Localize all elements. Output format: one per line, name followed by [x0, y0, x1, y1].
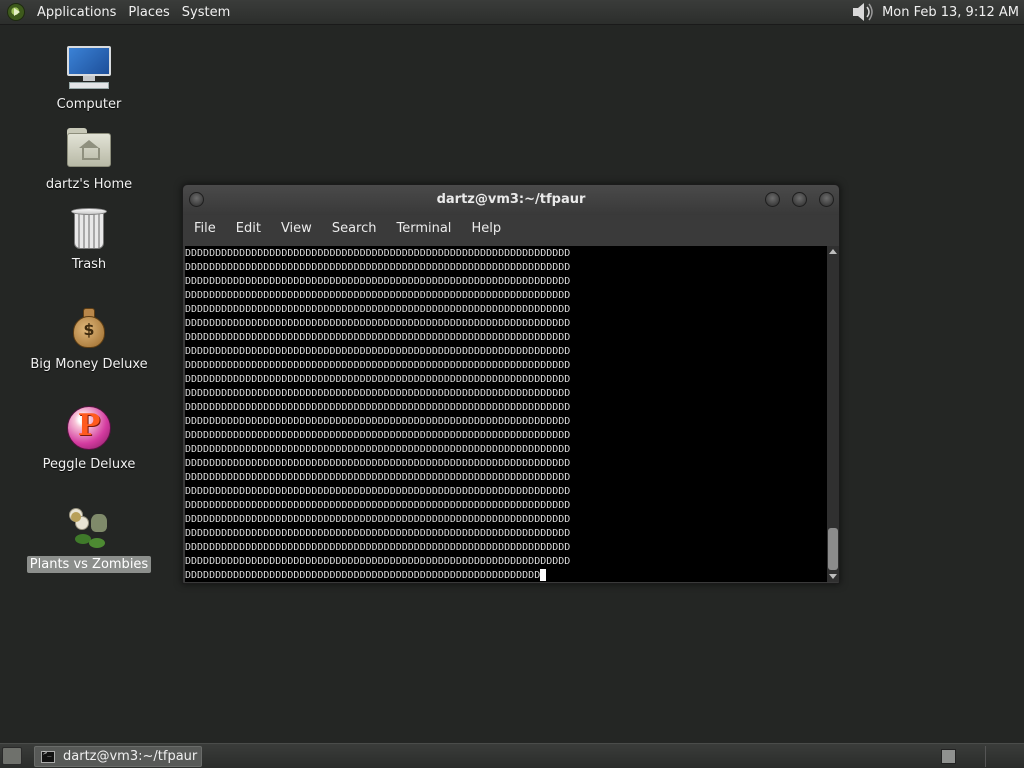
- trash-icon: [65, 204, 113, 252]
- menu-edit[interactable]: Edit: [229, 217, 268, 243]
- terminal-line: DDDDDDDDDDDDDDDDDDDDDDDDDDDDDDDDDDDDDDDD…: [185, 276, 571, 287]
- scrollbar-thumb[interactable]: [828, 528, 838, 570]
- desktop-icon-home[interactable]: dartz's Home: [24, 124, 154, 193]
- terminal-line: DDDDDDDDDDDDDDDDDDDDDDDDDDDDDDDDDDDDDDDD…: [185, 262, 571, 273]
- terminal-line: DDDDDDDDDDDDDDDDDDDDDDDDDDDDDDDDDDDDDDDD…: [185, 514, 571, 525]
- show-desktop-icon[interactable]: [2, 747, 22, 765]
- places-menu[interactable]: Places: [122, 0, 175, 25]
- terminal-line: DDDDDDDDDDDDDDDDDDDDDDDDDDDDDDDDDDDDDDDD…: [185, 402, 571, 413]
- terminal-line: DDDDDDDDDDDDDDDDDDDDDDDDDDDDDDDDDDDDDDDD…: [185, 500, 571, 511]
- desktop-icon-peggle-deluxe[interactable]: P Peggle Deluxe: [24, 404, 154, 473]
- terminal-output[interactable]: DDDDDDDDDDDDDDDDDDDDDDDDDDDDDDDDDDDDDDDD…: [185, 246, 827, 582]
- plants-vs-zombies-icon: [65, 504, 113, 552]
- terminal-line: DDDDDDDDDDDDDDDDDDDDDDDDDDDDDDDDDDDDDDDD…: [185, 472, 571, 483]
- applications-menu[interactable]: Applications: [31, 0, 122, 25]
- terminal-menubar: File Edit View Search Terminal Help: [183, 217, 839, 243]
- terminal-line: DDDDDDDDDDDDDDDDDDDDDDDDDDDDDDDDDDDDDDDD…: [185, 318, 571, 329]
- desktop-icon-trash[interactable]: Trash: [24, 204, 154, 273]
- desktop-icon-label: Plants vs Zombies: [26, 556, 152, 573]
- terminal-line: DDDDDDDDDDDDDDDDDDDDDDDDDDDDDDDDDDDDDDDD…: [185, 556, 571, 567]
- taskbar-button-label: dartz@vm3:~/tfpaur: [63, 749, 198, 764]
- terminal-line: DDDDDDDDDDDDDDDDDDDDDDDDDDDDDDDDDDDDDDDD…: [185, 332, 571, 343]
- workspace-divider: [985, 746, 986, 767]
- menu-search[interactable]: Search: [325, 217, 384, 243]
- desktop-icon-label: Trash: [71, 257, 107, 272]
- terminal-line: DDDDDDDDDDDDDDDDDDDDDDDDDDDDDDDDDDDDDDDD…: [185, 360, 571, 371]
- terminal-icon: [41, 749, 55, 763]
- terminal-line: DDDDDDDDDDDDDDDDDDDDDDDDDDDDDDDDDDDDDDDD…: [185, 486, 571, 497]
- desktop-icon-computer[interactable]: Computer: [24, 44, 154, 113]
- desktop-icon-label: Computer: [56, 97, 122, 112]
- terminal-line: DDDDDDDDDDDDDDDDDDDDDDDDDDDDDDDDDDDDDDDD…: [185, 304, 571, 315]
- desktop-icon-label: dartz's Home: [45, 177, 133, 192]
- terminal-line: DDDDDDDDDDDDDDDDDDDDDDDDDDDDDDDDDDDDDDDD…: [185, 458, 571, 469]
- peggle-icon: P: [65, 404, 113, 452]
- clock[interactable]: Mon Feb 13, 9:12 AM: [882, 5, 1024, 20]
- minimize-button[interactable]: [765, 192, 780, 207]
- terminal-line: DDDDDDDDDDDDDDDDDDDDDDDDDDDDDDDDDDDDDDDD…: [185, 248, 571, 259]
- terminal-line: DDDDDDDDDDDDDDDDDDDDDDDDDDDDDDDDDDDDDDDD…: [185, 569, 827, 582]
- terminal-cursor: [540, 569, 547, 581]
- menu-file[interactable]: File: [187, 217, 223, 243]
- scroll-up-arrow-icon[interactable]: [829, 249, 837, 254]
- window-title: dartz@vm3:~/tfpaur: [436, 192, 586, 207]
- scroll-down-arrow-icon[interactable]: [829, 574, 837, 579]
- menu-help[interactable]: Help: [464, 217, 508, 243]
- home-folder-icon: [65, 124, 113, 172]
- workspace-switcher-1[interactable]: [941, 749, 956, 764]
- volume-icon[interactable]: [850, 1, 876, 23]
- taskbar-button-terminal[interactable]: dartz@vm3:~/tfpaur: [34, 746, 202, 767]
- menu-terminal[interactable]: Terminal: [389, 217, 458, 243]
- bottom-panel: dartz@vm3:~/tfpaur: [0, 743, 1024, 768]
- terminal-line: DDDDDDDDDDDDDDDDDDDDDDDDDDDDDDDDDDDDDDDD…: [185, 388, 571, 399]
- system-menu[interactable]: System: [176, 0, 236, 25]
- desktop-icon-plants-vs-zombies[interactable]: Plants vs Zombies: [24, 504, 154, 573]
- terminal-line: DDDDDDDDDDDDDDDDDDDDDDDDDDDDDDDDDDDDDDDD…: [185, 346, 571, 357]
- money-bag-icon: $: [65, 304, 113, 352]
- terminal-scrollbar[interactable]: [827, 246, 839, 582]
- terminal-line: DDDDDDDDDDDDDDDDDDDDDDDDDDDDDDDDDDDDDDDD…: [185, 374, 571, 385]
- terminal-window[interactable]: dartz@vm3:~/tfpaur File Edit View Search…: [182, 184, 840, 584]
- terminal-line: DDDDDDDDDDDDDDDDDDDDDDDDDDDDDDDDDDDDDDDD…: [185, 416, 571, 427]
- gnome-foot-icon[interactable]: [7, 3, 25, 21]
- close-button[interactable]: [819, 192, 834, 207]
- maximize-button[interactable]: [792, 192, 807, 207]
- top-panel: Applications Places System Mon Feb 13, 9…: [0, 0, 1024, 25]
- menu-view[interactable]: View: [274, 217, 319, 243]
- terminal-line: DDDDDDDDDDDDDDDDDDDDDDDDDDDDDDDDDDDDDDDD…: [185, 430, 571, 441]
- computer-icon: [65, 44, 113, 92]
- desktop-icon-label: Big Money Deluxe: [30, 357, 148, 372]
- window-titlebar[interactable]: dartz@vm3:~/tfpaur: [183, 185, 839, 215]
- terminal-line: DDDDDDDDDDDDDDDDDDDDDDDDDDDDDDDDDDDDDDDD…: [185, 542, 571, 553]
- terminal-line: DDDDDDDDDDDDDDDDDDDDDDDDDDDDDDDDDDDDDDDD…: [185, 444, 571, 455]
- terminal-line: DDDDDDDDDDDDDDDDDDDDDDDDDDDDDDDDDDDDDDDD…: [185, 528, 571, 539]
- desktop-icon-label: Peggle Deluxe: [42, 457, 136, 472]
- terminal-line: DDDDDDDDDDDDDDDDDDDDDDDDDDDDDDDDDDDDDDDD…: [185, 290, 571, 301]
- desktop-icon-big-money-deluxe[interactable]: $ Big Money Deluxe: [24, 304, 154, 373]
